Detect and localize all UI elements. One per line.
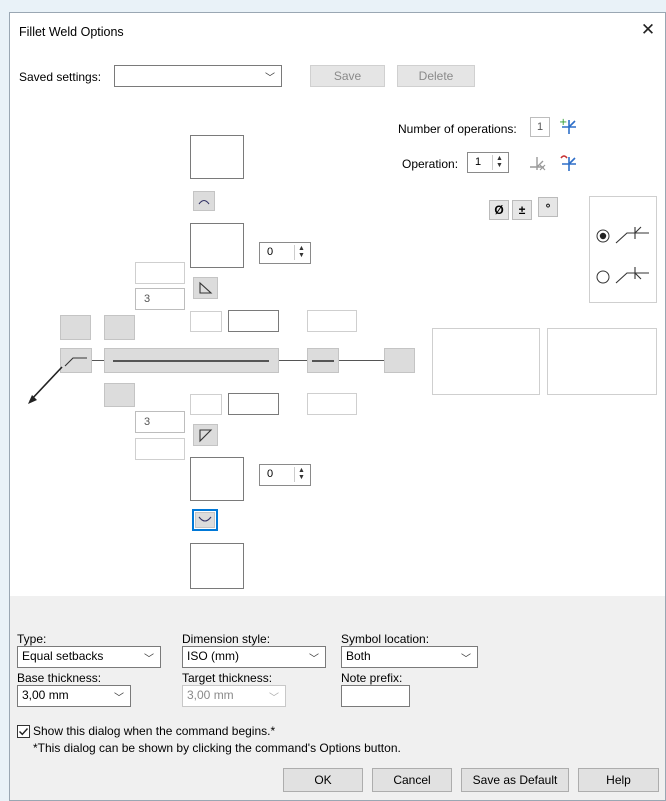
- top-symbol-box[interactable]: [190, 223, 244, 268]
- target-thickness-label: Target thickness:: [182, 671, 273, 685]
- top-length-field[interactable]: [228, 310, 279, 332]
- show-dialog-checkbox[interactable]: [17, 725, 30, 738]
- reference-line: [113, 360, 269, 362]
- fillet-weld-dialog: Fillet Weld Options ✕ Saved settings: ﹀ …: [9, 12, 666, 801]
- diameter-symbol-button[interactable]: Ø: [489, 200, 509, 220]
- operation-spinner[interactable]: 1 ▲ ▼: [467, 152, 509, 173]
- spinner-arrows-icon: ▲ ▼: [492, 155, 506, 170]
- close-icon[interactable]: ✕: [639, 21, 657, 39]
- reference-line-segment: [279, 360, 307, 361]
- top-angle-spinner[interactable]: 0 ▲ ▼: [259, 242, 311, 264]
- note-prefix-label: Note prefix:: [341, 671, 403, 685]
- bottom-prefix-field[interactable]: [135, 438, 185, 460]
- symbol-location-combo[interactable]: Both ﹀: [341, 646, 478, 668]
- bottom-fillet-symbol-button[interactable]: [193, 424, 218, 446]
- reference-line-end-box[interactable]: [384, 348, 415, 373]
- bottom-leg-field[interactable]: 3: [135, 411, 185, 433]
- chevron-down-icon: ﹀: [144, 654, 154, 665]
- ok-button[interactable]: OK: [283, 768, 363, 792]
- base-thickness-label: Base thickness:: [17, 671, 102, 685]
- dimension-style-combo[interactable]: ISO (mm) ﹀: [182, 646, 326, 668]
- operation-value: 1: [475, 156, 482, 168]
- bottom-contour-inner: [195, 512, 215, 528]
- symbol-location-label: Symbol location:: [341, 632, 430, 646]
- number-of-operations-value: 1: [530, 117, 550, 137]
- bottom-length-field[interactable]: [228, 393, 279, 415]
- number-of-operations-label: Number of operations:: [398, 122, 517, 136]
- top-contour-convex-button[interactable]: [193, 191, 215, 211]
- spinner-arrows-icon: ▲ ▼: [294, 245, 308, 260]
- reference-line-segment: [339, 360, 384, 361]
- other-side-weld-icon: [615, 265, 651, 285]
- reference-line-box[interactable]: [104, 348, 279, 373]
- type-combo[interactable]: Equal setbacks ﹀: [17, 646, 161, 668]
- base-thickness-value: 3,00 mm: [22, 688, 69, 702]
- bottom-angle-spinner[interactable]: 0 ▲ ▼: [259, 464, 311, 486]
- delete-button[interactable]: Delete: [397, 65, 475, 87]
- flip-operation-icon[interactable]: [558, 152, 580, 174]
- arrow-side-options-panel: [589, 196, 657, 303]
- top-angle-value: 0: [267, 246, 274, 258]
- saved-settings-label: Saved settings:: [19, 70, 102, 84]
- bottom-contour-text-box[interactable]: [190, 543, 244, 589]
- bottom-symbol-box[interactable]: [190, 457, 244, 501]
- reference-line-middle-box[interactable]: [307, 348, 339, 373]
- dimension-style-value: ISO (mm): [187, 649, 239, 663]
- dimension-style-label: Dimension style:: [182, 632, 271, 646]
- top-prefix-field[interactable]: [135, 262, 185, 284]
- degree-symbol-button[interactable]: °: [538, 197, 558, 217]
- options-panel: Type: Equal setbacks ﹀ Dimension style: …: [10, 596, 665, 800]
- plus-minus-symbol-button[interactable]: ±: [512, 200, 532, 220]
- bottom-left-field-box[interactable]: [104, 383, 135, 407]
- chevron-down-icon: ﹀: [265, 73, 275, 84]
- spinner-arrows-icon: ▲ ▼: [294, 467, 308, 482]
- target-thickness-combo[interactable]: 3,00 mm ﹀: [182, 685, 286, 707]
- top-contour-text-box[interactable]: [190, 135, 244, 179]
- chevron-down-icon: ﹀: [269, 693, 279, 704]
- target-thickness-value: 3,00 mm: [187, 688, 234, 702]
- reference-line: [312, 360, 334, 362]
- saved-settings-combo[interactable]: ﹀: [114, 65, 282, 87]
- type-value: Equal setbacks: [22, 649, 104, 663]
- weld-preview-right: [547, 328, 657, 395]
- bottom-angle-value: 0: [267, 468, 274, 480]
- bottom-pitch-field[interactable]: [307, 393, 357, 415]
- show-dialog-note: *This dialog can be shown by clicking th…: [33, 741, 401, 755]
- symbol-location-value: Both: [346, 649, 371, 663]
- leader-arrow-icon[interactable]: [24, 363, 66, 411]
- top-left-tail-box[interactable]: [60, 315, 91, 340]
- save-as-default-button[interactable]: Save as Default: [461, 768, 569, 792]
- weld-preview-left: [432, 328, 540, 395]
- note-prefix-field[interactable]: [341, 685, 410, 707]
- reference-line-segment: [92, 360, 104, 361]
- arrow-side-weld-icon: [615, 225, 651, 245]
- add-operation-icon[interactable]: +: [558, 116, 580, 138]
- bottom-contour-concave-button[interactable]: [192, 509, 218, 531]
- top-size-field[interactable]: [190, 311, 222, 332]
- dialog-title: Fillet Weld Options: [19, 25, 124, 39]
- delete-operation-icon[interactable]: [527, 153, 547, 173]
- top-left-field-box[interactable]: [104, 315, 135, 340]
- save-button[interactable]: Save: [310, 65, 385, 87]
- chevron-down-icon: ﹀: [309, 654, 319, 665]
- cancel-button[interactable]: Cancel: [372, 768, 452, 792]
- top-fillet-symbol-button[interactable]: [193, 277, 218, 299]
- operation-label: Operation:: [402, 157, 459, 171]
- bottom-size-field[interactable]: [190, 394, 222, 415]
- base-thickness-combo[interactable]: 3,00 mm ﹀: [17, 685, 131, 707]
- chevron-down-icon: ﹀: [461, 654, 471, 665]
- show-dialog-label[interactable]: Show this dialog when the command begins…: [33, 724, 275, 738]
- radio-arrow-side-selected[interactable]: [596, 229, 610, 243]
- type-label: Type:: [17, 632, 47, 646]
- top-pitch-field[interactable]: [307, 310, 357, 332]
- top-leg-field[interactable]: 3: [135, 288, 185, 310]
- chevron-down-icon: ﹀: [114, 693, 124, 704]
- radio-other-side[interactable]: [596, 270, 610, 284]
- help-button[interactable]: Help: [578, 768, 659, 792]
